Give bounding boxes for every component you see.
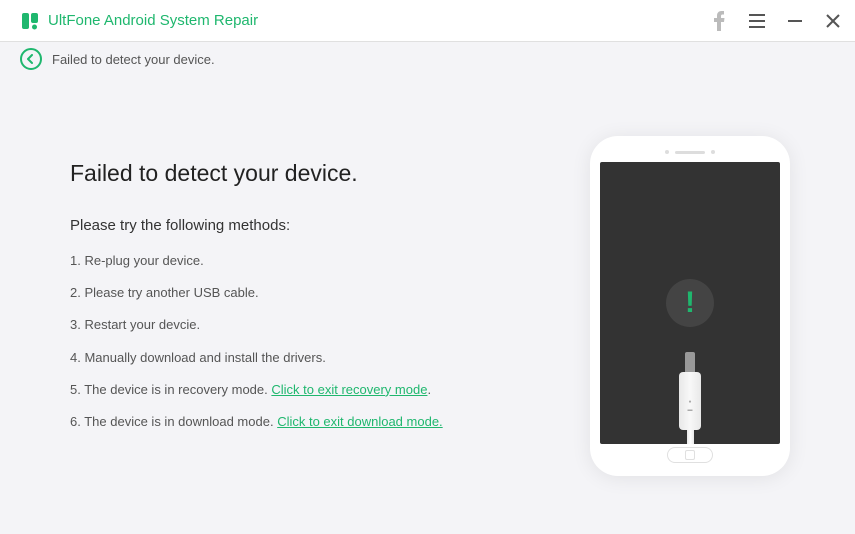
usb-cable <box>687 430 694 444</box>
method-item: Re-plug your device. <box>70 252 565 270</box>
exit-download-link[interactable]: Click to exit download mode. <box>277 414 442 429</box>
app-logo-icon <box>20 11 40 31</box>
usb-plug-icon: ● ▬ <box>679 352 701 444</box>
phone-speaker-icon <box>675 151 705 154</box>
phone-top <box>600 146 780 158</box>
minimize-icon[interactable] <box>783 9 807 33</box>
method-item: Manually download and install the driver… <box>70 349 565 367</box>
title-right <box>707 9 845 33</box>
exit-recovery-link[interactable]: Click to exit recovery mode <box>271 382 427 397</box>
method-item: The device is in recovery mode. Click to… <box>70 381 565 399</box>
title-bar: UltFone Android System Repair <box>0 0 855 42</box>
menu-icon[interactable] <box>745 9 769 33</box>
home-button-icon <box>667 447 713 463</box>
method-text: . <box>427 382 431 397</box>
facebook-icon[interactable] <box>707 9 731 33</box>
text-section: Failed to detect your device. Please try… <box>70 136 565 504</box>
phone-home-area <box>600 444 780 466</box>
status-bar: Failed to detect your device. <box>0 42 855 76</box>
method-item: Please try another USB cable. <box>70 284 565 302</box>
method-item: Restart your devcie. <box>70 316 565 334</box>
method-text: The device is in recovery mode. <box>84 382 271 397</box>
exclamation-icon: ! <box>666 279 714 327</box>
phone-screen: ! ● ▬ <box>600 162 780 444</box>
method-text: The device is in download mode. <box>84 414 277 429</box>
title-left: UltFone Android System Repair <box>20 11 258 31</box>
method-list: Re-plug your device. Please try another … <box>70 252 565 431</box>
usb-tip <box>685 352 695 372</box>
status-message: Failed to detect your device. <box>52 52 215 67</box>
phone-frame: ! ● ▬ <box>590 136 790 476</box>
page-heading: Failed to detect your device. <box>70 160 565 187</box>
main-content: Failed to detect your device. Please try… <box>0 76 855 534</box>
phone-illustration: ! ● ▬ <box>565 136 815 504</box>
phone-camera-icon <box>711 150 715 154</box>
phone-sensor-icon <box>665 150 669 154</box>
app-title: UltFone Android System Repair <box>48 12 258 29</box>
usb-body: ● ▬ <box>679 372 701 430</box>
page-subheading: Please try the following methods: <box>70 217 565 234</box>
method-item: The device is in download mode. Click to… <box>70 413 565 431</box>
back-button[interactable] <box>20 48 42 70</box>
close-icon[interactable] <box>821 9 845 33</box>
